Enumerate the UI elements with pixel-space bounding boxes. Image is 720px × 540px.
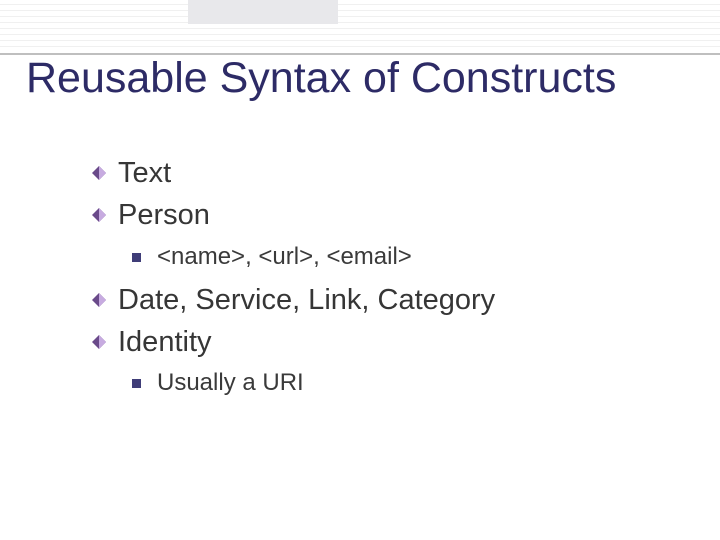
header-ruled-area <box>0 0 720 60</box>
diamond-bullet-icon <box>92 166 106 180</box>
bullet-text: Text <box>92 155 692 191</box>
bullet-person: Person <box>92 197 692 233</box>
bullet-date-service-link-category: Date, Service, Link, Category <box>92 282 692 318</box>
diamond-bullet-icon <box>92 293 106 307</box>
square-bullet-icon <box>132 379 141 388</box>
bullet-label: <name>, <url>, <email> <box>157 242 412 272</box>
slide-body: Text Person <name>, <url>, <email> <box>92 155 692 408</box>
bullet-label: Identity <box>118 324 212 360</box>
diamond-bullet-icon <box>92 335 106 349</box>
diamond-bullet-icon <box>92 208 106 222</box>
subbullet-usually-uri: Usually a URI <box>132 368 692 398</box>
slide: Reusable Syntax of Constructs Text Perso… <box>0 0 720 540</box>
bullet-label: Usually a URI <box>157 368 304 398</box>
bullet-label: Date, Service, Link, Category <box>118 282 495 318</box>
square-bullet-icon <box>132 253 141 262</box>
header-tab-decoration <box>188 0 338 24</box>
bullet-identity: Identity <box>92 324 692 360</box>
slide-title: Reusable Syntax of Constructs <box>26 54 616 103</box>
bullet-label: Text <box>118 155 171 191</box>
subbullet-name-url-email: <name>, <url>, <email> <box>132 242 692 272</box>
bullet-label: Person <box>118 197 210 233</box>
